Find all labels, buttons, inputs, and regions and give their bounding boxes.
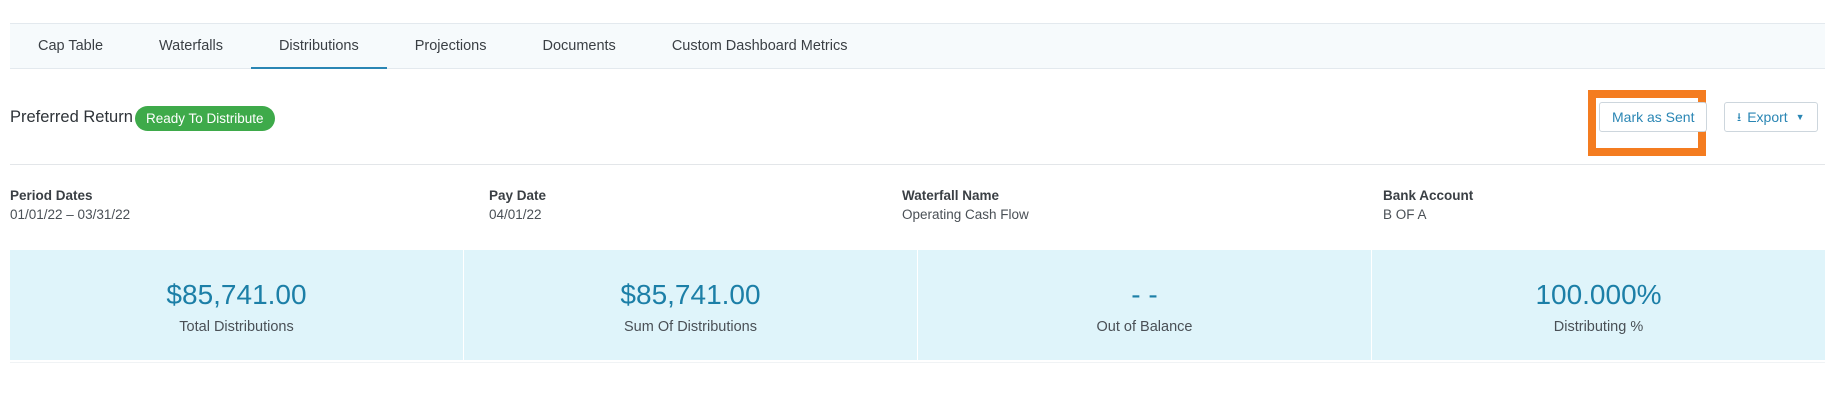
distribution-header: Preferred Return Ready To Distribute Mar… [10,90,1825,165]
info-value: 04/01/22 [489,207,542,222]
tab-label: Distributions [278,38,359,54]
info-label: Bank Account [1383,188,1474,203]
export-label: Export [1747,109,1788,125]
mark-as-sent-button[interactable]: Mark as Sent [1599,102,1708,132]
metric-value: $85,741.00 [166,279,307,310]
metrics-panel: $85,741.00 Total Distributions $85,741.0… [10,250,1825,360]
metric-label: Sum Of Distributions [624,319,757,335]
metric-label: Distributing % [1553,319,1644,335]
info-bank-account: Bank Account B OF A [1383,188,1473,222]
tab-projections[interactable]: Projections [387,24,515,68]
info-period-dates: Period Dates 01/01/22 – 03/31/22 [10,188,130,222]
divider [10,362,1825,363]
page-title: Preferred Return [10,108,133,126]
caret-down-icon: ▼ [1795,112,1805,122]
info-pay-date: Pay Date 04/01/22 [489,188,546,222]
tab-label: Documents [542,38,616,54]
tab-bar: Cap Table Waterfalls Distributions Proje… [10,23,1825,69]
distributions-page: Cap Table Waterfalls Distributions Proje… [0,0,1835,402]
tab-label: Projections [414,38,487,54]
tab-label: Waterfalls [159,38,223,54]
tab-label: Custom Dashboard Metrics [671,38,848,54]
metric-total-distributions: $85,741.00 Total Distributions [10,250,464,360]
metric-out-of-balance: - - Out of Balance [918,250,1372,360]
download-icon: ⭳ [1737,110,1742,124]
status-badge: Ready To Distribute [135,106,275,131]
tab-cap-table[interactable]: Cap Table [10,24,131,68]
metric-label: Out of Balance [1096,319,1193,335]
info-label: Pay Date [489,188,547,203]
info-value: Operating Cash Flow [902,207,1029,222]
info-value: 01/01/22 – 03/31/22 [10,207,131,222]
metric-value: 100.000% [1535,279,1662,310]
metric-value: $85,741.00 [620,279,761,310]
metric-distributing-percent: 100.000% Distributing % [1372,250,1825,360]
info-waterfall-name: Waterfall Name Operating Cash Flow [902,188,1029,222]
tab-waterfalls[interactable]: Waterfalls [131,24,251,68]
tab-distributions[interactable]: Distributions [250,24,387,69]
info-label: Waterfall Name [902,188,1000,203]
info-label: Period Dates [10,188,93,203]
export-button[interactable]: ⭳ Export ▼ [1724,102,1818,132]
tab-documents[interactable]: Documents [514,24,643,68]
info-value: B OF A [1383,207,1427,222]
tab-label: Cap Table [38,38,104,54]
metric-label: Total Distributions [179,319,294,335]
tab-custom-dashboard-metrics[interactable]: Custom Dashboard Metrics [644,24,876,68]
metric-value: - - [1131,279,1158,310]
metric-sum-of-distributions: $85,741.00 Sum Of Distributions [464,250,918,360]
